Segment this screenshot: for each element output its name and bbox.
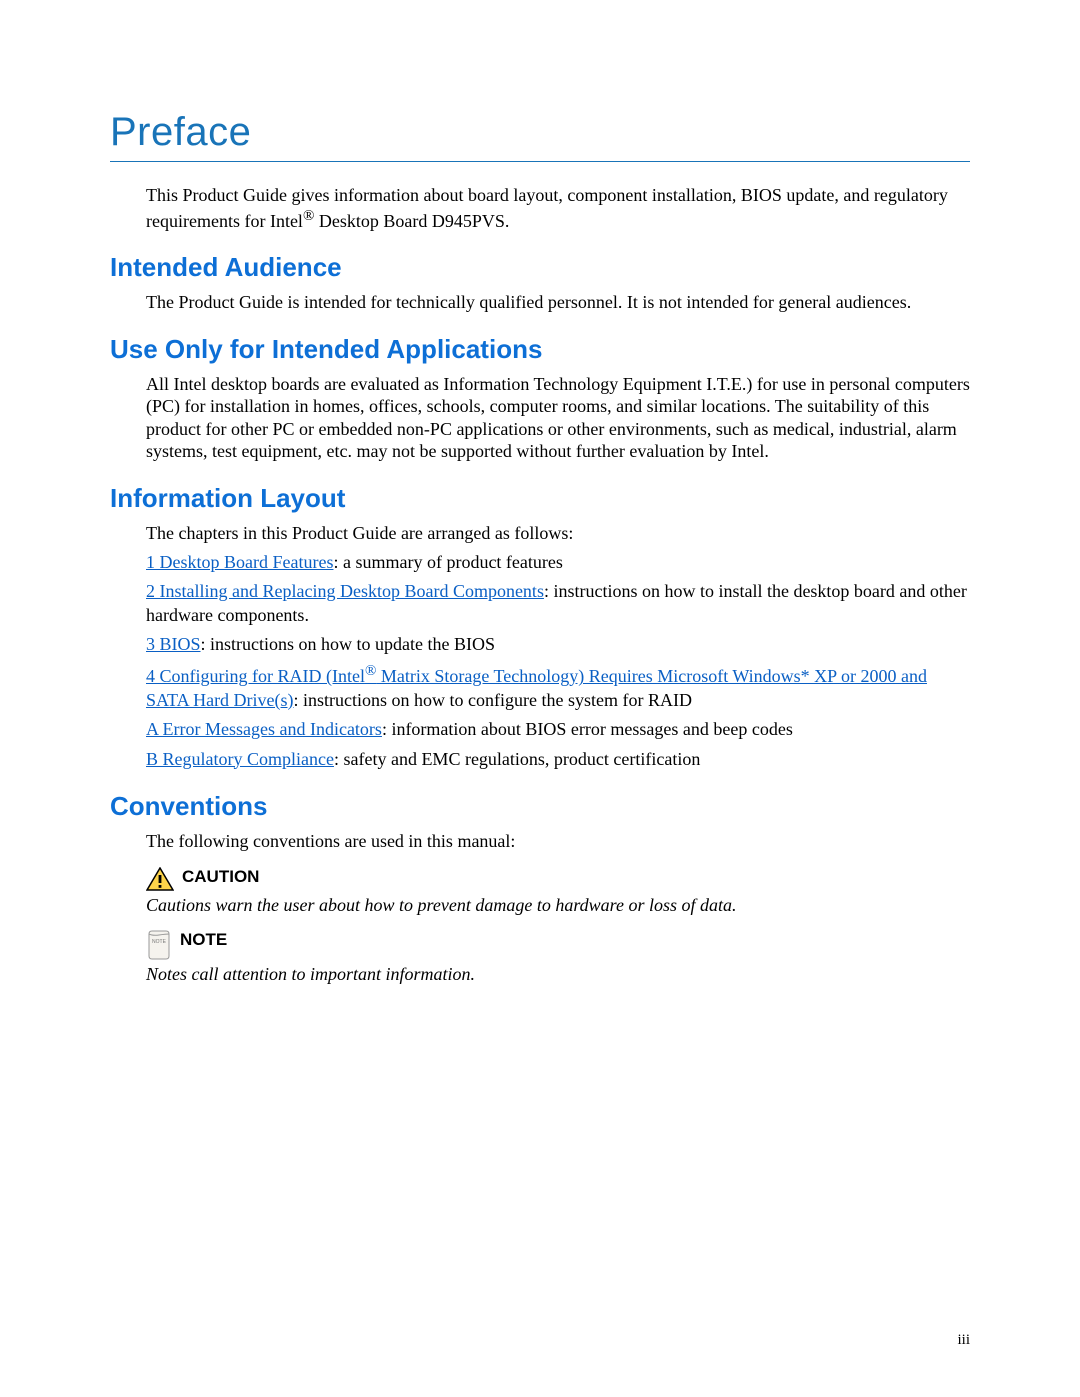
heading-conventions: Conventions [110,791,970,822]
caution-label: CAUTION [182,867,259,887]
note-row: NOTE NOTE [146,930,970,960]
page-number: iii [957,1332,970,1349]
link-raid-pre: 4 Configuring for RAID (Intel [146,666,365,686]
intro-text-1: This Product Guide gives information abo… [146,185,948,231]
heading-use-only: Use Only for Intended Applications [110,334,970,365]
document-page: Preface This Product Guide gives informa… [0,0,1080,1397]
registered-mark: ® [303,208,314,224]
intended-audience-text: The Product Guide is intended for techni… [146,291,970,314]
layout-item-4: 4 Configuring for RAID (Intel® Matrix St… [146,662,970,712]
layout-item-5-rest: : information about BIOS error messages … [382,719,793,739]
heading-information-layout: Information Layout [110,483,970,514]
layout-item-4-rest: : instructions on how to configure the s… [294,690,692,710]
use-only-text: All Intel desktop boards are evaluated a… [146,373,970,463]
intro-block: This Product Guide gives information abo… [146,184,970,232]
link-bios[interactable]: 3 BIOS [146,634,201,654]
information-layout-block: The chapters in this Product Guide are a… [146,522,970,772]
link-error-messages[interactable]: A Error Messages and Indicators [146,719,382,739]
layout-item-3-rest: : instructions on how to update the BIOS [201,634,495,654]
note-text: Notes call attention to important inform… [146,964,970,985]
layout-item-6-rest: : safety and EMC regulations, product ce… [334,749,700,769]
conventions-intro: The following conventions are used in th… [146,830,970,853]
layout-item-2: 2 Installing and Replacing Desktop Board… [146,580,970,627]
caution-text: Cautions warn the user about how to prev… [146,895,970,916]
layout-item-5: A Error Messages and Indicators: informa… [146,718,970,741]
link-installing-replacing[interactable]: 2 Installing and Replacing Desktop Board… [146,581,544,601]
caution-row: CAUTION [146,867,970,891]
layout-intro: The chapters in this Product Guide are a… [146,522,970,545]
intended-audience-block: The Product Guide is intended for techni… [146,291,970,314]
note-icon: NOTE [146,930,172,960]
conventions-block: The following conventions are used in th… [146,830,970,985]
layout-item-1: 1 Desktop Board Features: a summary of p… [146,551,970,574]
page-title: Preface [110,110,970,155]
use-only-block: All Intel desktop boards are evaluated a… [146,373,970,463]
intro-text-2: Desktop Board D945PVS. [314,211,509,231]
layout-item-6: B Regulatory Compliance: safety and EMC … [146,748,970,771]
intro-paragraph: This Product Guide gives information abo… [146,184,970,232]
heading-intended-audience: Intended Audience [110,252,970,283]
layout-item-1-rest: : a summary of product features [333,552,562,572]
layout-item-3: 3 BIOS: instructions on how to update th… [146,633,970,656]
link-regulatory-compliance[interactable]: B Regulatory Compliance [146,749,334,769]
registered-mark-2: ® [365,663,376,679]
caution-icon [146,867,174,891]
svg-text:NOTE: NOTE [152,939,167,945]
link-desktop-board-features[interactable]: 1 Desktop Board Features [146,552,333,572]
title-rule [110,161,970,162]
note-label: NOTE [180,930,227,950]
